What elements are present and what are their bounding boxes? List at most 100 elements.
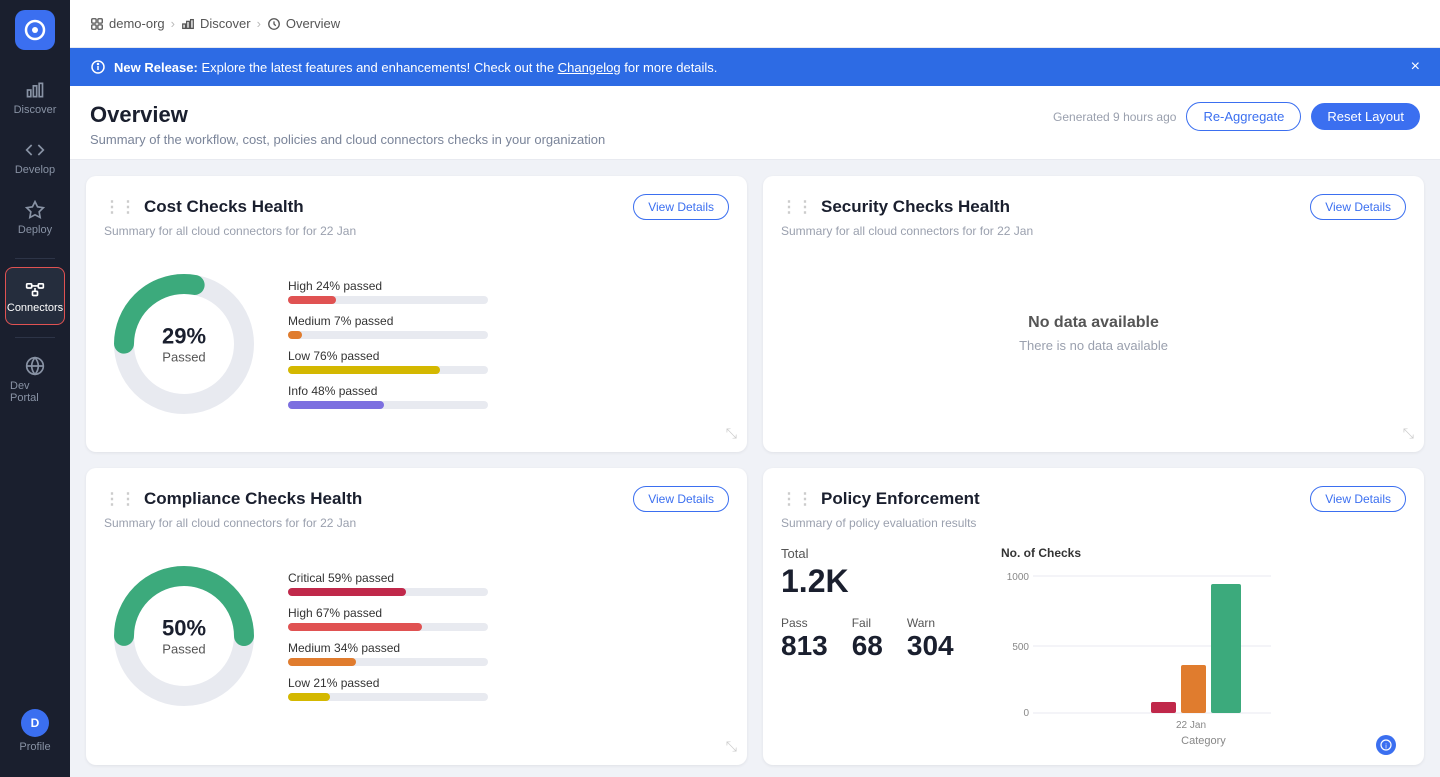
policy-enforcement-card: ⋮⋮ Policy Enforcement View Details Summa… xyxy=(763,468,1424,765)
breadcrumb-overview: Overview xyxy=(267,16,340,31)
compliance-chart: 50% Passed Critical 59% passed High 67% … xyxy=(104,546,729,726)
app-logo[interactable] xyxy=(15,10,55,50)
sidebar-divider xyxy=(15,258,55,259)
drag-icon-4: ⋮⋮ xyxy=(781,489,813,509)
sidebar-item-label: Profile xyxy=(19,741,50,753)
sidebar-bottom: D Profile xyxy=(5,699,65,767)
sidebar: Discover Develop Deploy Connectors Dev P… xyxy=(0,0,70,777)
drag-icon-2: ⋮⋮ xyxy=(781,197,813,217)
discover-icon xyxy=(181,17,195,31)
cost-donut-label: 29% Passed xyxy=(162,324,206,365)
chart-x-label: Category xyxy=(1001,735,1406,747)
security-checks-card: ⋮⋮ Security Checks Health View Details S… xyxy=(763,176,1424,452)
fail-bar xyxy=(1151,702,1176,713)
sidebar-item-label: Deploy xyxy=(18,224,52,236)
cost-checks-card: ⋮⋮ Cost Checks Health View Details Summa… xyxy=(86,176,747,452)
cost-bar-medium: Medium 7% passed xyxy=(288,314,729,339)
compliance-donut-label: 50% Passed xyxy=(162,616,206,657)
svg-text:500: 500 xyxy=(1012,642,1029,653)
compliance-checks-card: ⋮⋮ Compliance Checks Health View Details… xyxy=(86,468,747,765)
cost-checks-chart: 29% Passed High 24% passed Medium 7% pas… xyxy=(104,254,729,434)
svg-text:0: 0 xyxy=(1023,708,1029,719)
compliance-subtitle: Summary for all cloud connectors for for… xyxy=(104,516,729,530)
policy-fail-stat: Fail 68 xyxy=(852,616,883,662)
comp-bar-low: Low 21% passed xyxy=(288,676,729,701)
bar-chart-svg: 1000 500 0 xyxy=(1001,568,1281,728)
page-header-right: Generated 9 hours ago Re-Aggregate Reset… xyxy=(1053,102,1420,131)
bar-chart-area: No. of Checks 1000 500 0 xyxy=(1001,546,1406,747)
page-title: Overview xyxy=(90,102,605,128)
cost-progress-list: High 24% passed Medium 7% passed Low 76%… xyxy=(288,279,729,409)
cost-bar-info: Info 48% passed xyxy=(288,384,729,409)
policy-total-label: Total xyxy=(781,546,981,561)
policy-info-button[interactable]: i xyxy=(1376,735,1396,755)
policy-stats: Total 1.2K Pass 813 Fail 68 Warn xyxy=(781,546,981,747)
drag-icon-3: ⋮⋮ xyxy=(104,489,136,509)
sidebar-item-label: Dev Portal xyxy=(10,380,60,404)
policy-total-value: 1.2K xyxy=(781,563,981,600)
security-no-data: No data available There is no data avail… xyxy=(781,254,1406,413)
comp-bar-medium: Medium 34% passed xyxy=(288,641,729,666)
clock-icon xyxy=(267,17,281,31)
re-aggregate-button[interactable]: Re-Aggregate xyxy=(1186,102,1301,131)
comp-bar-high: High 67% passed xyxy=(288,606,729,631)
connectors-icon xyxy=(25,278,45,298)
policy-content: Total 1.2K Pass 813 Fail 68 Warn xyxy=(781,546,1406,747)
banner-text: New Release: Explore the latest features… xyxy=(90,59,717,75)
page-header-left: Overview Summary of the workflow, cost, … xyxy=(90,102,605,147)
resize-handle[interactable]: ⤡ xyxy=(726,425,737,442)
breadcrumb-org: demo-org xyxy=(90,16,165,31)
portal-icon xyxy=(25,356,45,376)
resize-handle-2[interactable]: ⤡ xyxy=(1403,425,1414,442)
sidebar-item-dev-portal[interactable]: Dev Portal xyxy=(5,346,65,414)
dashboard-grid: ⋮⋮ Cost Checks Health View Details Summa… xyxy=(70,160,1440,777)
breadcrumb-sep-1: › xyxy=(171,16,175,31)
policy-header: ⋮⋮ Policy Enforcement View Details xyxy=(781,486,1406,512)
svg-text:22 Jan: 22 Jan xyxy=(1176,720,1206,728)
policy-warn-stat: Warn 304 xyxy=(907,616,954,662)
security-subtitle: Summary for all cloud connectors for for… xyxy=(781,224,1406,238)
policy-view-details[interactable]: View Details xyxy=(1310,486,1406,512)
comp-bar-critical: Critical 59% passed xyxy=(288,571,729,596)
page-subtitle: Summary of the workflow, cost, policies … xyxy=(90,132,605,147)
changelog-link[interactable]: Changelog xyxy=(558,60,621,75)
bar-chart-title: No. of Checks xyxy=(1001,546,1406,560)
info-icon xyxy=(90,59,106,75)
sidebar-item-deploy[interactable]: Deploy xyxy=(5,190,65,246)
drag-icon: ⋮⋮ xyxy=(104,197,136,217)
sidebar-item-discover[interactable]: Discover xyxy=(5,70,65,126)
sidebar-item-label: Discover xyxy=(14,104,57,116)
policy-title: ⋮⋮ Policy Enforcement xyxy=(781,489,980,509)
breadcrumb: demo-org › Discover › Overview xyxy=(70,0,1440,48)
security-checks-header: ⋮⋮ Security Checks Health View Details xyxy=(781,194,1406,220)
sidebar-item-profile[interactable]: D Profile xyxy=(5,699,65,763)
breadcrumb-sep-2: › xyxy=(257,16,261,31)
cost-checks-view-details[interactable]: View Details xyxy=(633,194,729,220)
cost-donut: 29% Passed xyxy=(104,264,264,424)
cost-checks-subtitle: Summary for all cloud connectors for for… xyxy=(104,224,729,238)
main-content: demo-org › Discover › Overview New Relea… xyxy=(70,0,1440,777)
avatar: D xyxy=(21,709,49,737)
security-checks-title: ⋮⋮ Security Checks Health xyxy=(781,197,1010,217)
policy-row: Pass 813 Fail 68 Warn 304 xyxy=(781,616,981,662)
code-icon xyxy=(25,140,45,160)
compliance-view-details[interactable]: View Details xyxy=(633,486,729,512)
reset-layout-button[interactable]: Reset Layout xyxy=(1311,103,1420,130)
cost-bar-low: Low 76% passed xyxy=(288,349,729,374)
cost-checks-title: ⋮⋮ Cost Checks Health xyxy=(104,197,304,217)
breadcrumb-discover: Discover xyxy=(181,16,251,31)
sidebar-item-label: Connectors xyxy=(7,302,63,314)
info-icon-small: i xyxy=(1380,739,1392,751)
sidebar-item-label: Develop xyxy=(15,164,55,176)
policy-pass-stat: Pass 813 xyxy=(781,616,828,662)
page-header: Overview Summary of the workflow, cost, … xyxy=(70,86,1440,160)
pass-bar xyxy=(1211,584,1241,713)
sidebar-item-develop[interactable]: Develop xyxy=(5,130,65,186)
deploy-icon xyxy=(25,200,45,220)
banner-close-button[interactable]: × xyxy=(1411,58,1420,76)
resize-handle-3[interactable]: ⤡ xyxy=(726,738,737,755)
org-icon xyxy=(90,17,104,31)
sidebar-item-connectors[interactable]: Connectors xyxy=(5,267,65,325)
cost-bar-high: High 24% passed xyxy=(288,279,729,304)
security-view-details[interactable]: View Details xyxy=(1310,194,1406,220)
